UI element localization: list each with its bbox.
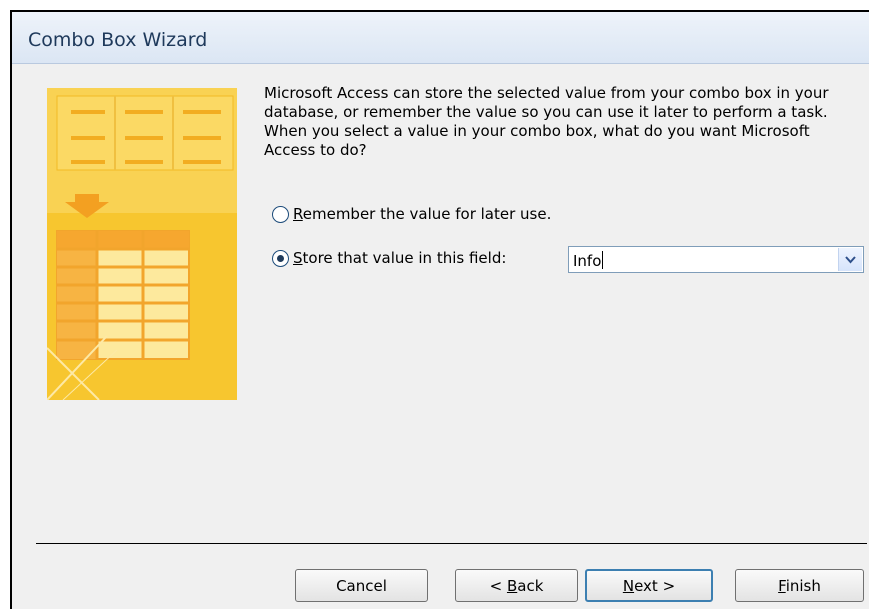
option-store-label: Store that value in this field: [293,249,507,267]
radio-remember-value[interactable] [272,205,289,223]
text-caret [602,251,604,269]
option-store-value[interactable]: Store that value in this field: [272,246,506,270]
wizard-prompt: Microsoft Access can store the selected … [264,84,829,159]
button-separator [36,543,867,544]
next-button[interactable]: Next > [585,569,713,602]
combo-box-wizard-dialog: Combo Box Wizard Microsoft Access can st… [10,10,869,609]
field-select-value: Info [573,251,604,270]
field-select[interactable]: Info [568,246,864,273]
cancel-button[interactable]: Cancel [295,569,428,602]
title-bar[interactable]: Combo Box Wizard [12,12,869,64]
back-button[interactable]: < Back [455,569,578,602]
finish-button[interactable]: Finish [735,569,864,602]
window-title: Combo Box Wizard [28,29,208,51]
option-remember-value[interactable]: Remember the value for later use. [272,202,551,226]
radio-store-value[interactable] [272,249,289,267]
option-remember-label: Remember the value for later use. [293,205,552,223]
wizard-illustration [47,88,237,400]
chevron-down-icon[interactable] [838,248,862,271]
